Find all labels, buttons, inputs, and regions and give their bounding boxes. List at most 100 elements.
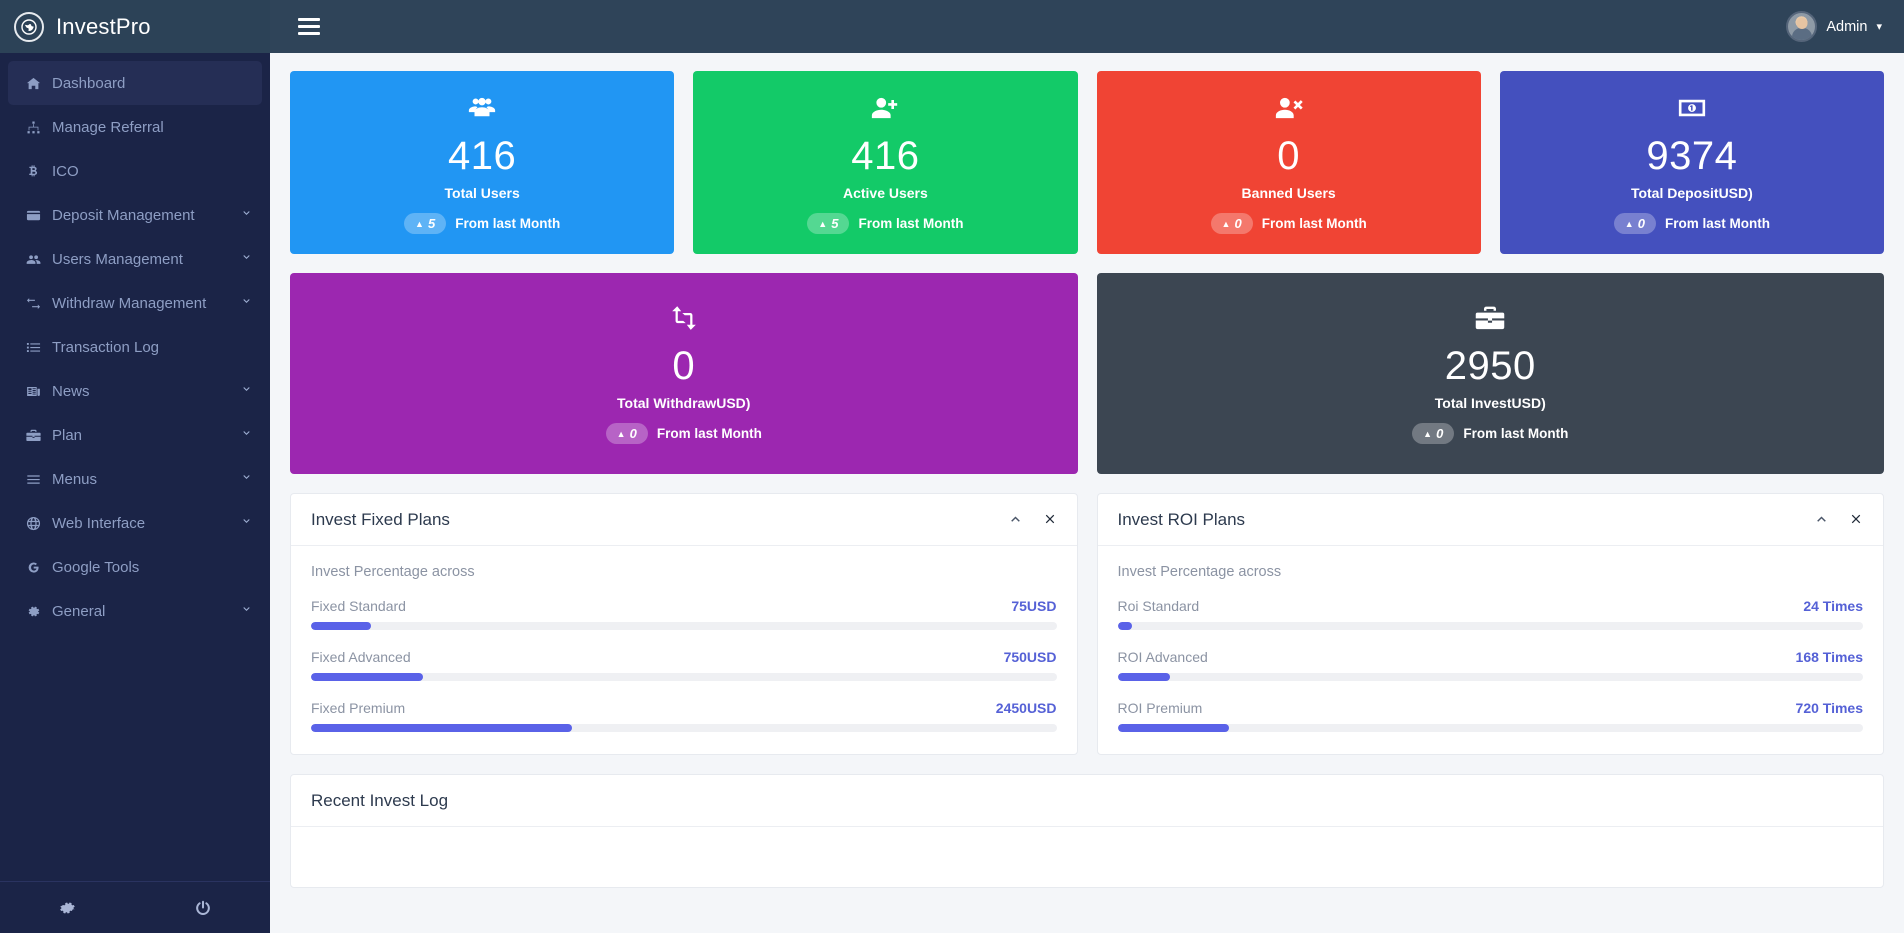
plan-panels-row: Invest Fixed Plans Invest Percentage acro…	[290, 493, 1884, 755]
brand-name: InvestPro	[56, 14, 151, 40]
progress-fill	[1118, 724, 1230, 732]
delta-value: 0	[630, 426, 637, 441]
user-name: Admin	[1826, 19, 1867, 35]
stat-footer: ▲0From last Month	[1614, 213, 1770, 234]
panel-title: Invest Fixed Plans	[311, 510, 1008, 530]
panel-header: Invest ROI Plans	[1098, 494, 1884, 546]
hamburger-icon[interactable]	[294, 12, 324, 41]
sidebar-item-users-management[interactable]: Users Management	[8, 237, 262, 281]
plan-name: ROI Advanced	[1118, 649, 1796, 665]
brand[interactable]: InvestPro	[0, 0, 270, 53]
topbar-spacer	[324, 0, 1786, 53]
users-icon	[26, 252, 52, 267]
sidebar-item-menus[interactable]: Menus	[8, 457, 262, 501]
progress-fill	[311, 622, 371, 630]
plan-progress-row: Fixed Premium2450USD	[311, 700, 1057, 732]
sidebar-item-label: Manage Referral	[52, 119, 252, 136]
panel-header: Invest Fixed Plans	[291, 494, 1077, 546]
chevron-down-icon[interactable]	[241, 428, 252, 442]
user-plus-icon	[870, 93, 900, 123]
chevron-up-icon[interactable]	[1008, 511, 1023, 529]
plan-name: Fixed Standard	[311, 598, 1011, 614]
stat-card-total-users: 416Total Users▲5From last Month	[290, 71, 674, 254]
avatar	[1786, 11, 1817, 42]
gear-icon	[26, 604, 52, 619]
plan-name: Fixed Premium	[311, 700, 996, 716]
close-icon[interactable]	[1849, 512, 1863, 529]
chevron-up-icon[interactable]	[1814, 511, 1829, 529]
settings-button[interactable]	[0, 899, 135, 917]
sidebar-item-label: Plan	[52, 427, 241, 444]
sidebar-item-ico[interactable]: ICO	[8, 149, 262, 193]
plan-value: 720 Times	[1796, 700, 1863, 716]
plan-progress-row: ROI Premium720 Times	[1118, 700, 1864, 732]
sidebar-item-general[interactable]: General	[8, 589, 262, 633]
recent-invest-log-header: Recent Invest Log	[291, 775, 1883, 827]
briefcase-icon	[26, 428, 52, 443]
recent-invest-log-title: Recent Invest Log	[311, 791, 1863, 811]
stat-card-total-depositusd: 9374Total DepositUSD)▲0From last Month	[1500, 71, 1884, 254]
sidebar-item-label: Deposit Management	[52, 207, 241, 224]
panel-invest-roi-plans: Invest ROI PlansInvest Percentage across…	[1097, 493, 1885, 755]
sidebar-item-dashboard[interactable]: Dashboard	[8, 61, 262, 105]
plan-name: ROI Premium	[1118, 700, 1796, 716]
stats-tall-row: 0Total WithdrawUSD)▲0From last Month2950…	[290, 273, 1884, 474]
sidebar-item-label: Users Management	[52, 251, 241, 268]
progress-track	[1118, 622, 1864, 630]
sidebar-item-deposit-management[interactable]: Deposit Management	[8, 193, 262, 237]
logout-button[interactable]	[135, 899, 270, 917]
delta-value: 5	[428, 216, 435, 231]
sidebar-item-label: News	[52, 383, 241, 400]
progress-fill	[311, 724, 572, 732]
sidebar-item-web-interface[interactable]: Web Interface	[8, 501, 262, 545]
sidebar-item-manage-referral[interactable]: Manage Referral	[8, 105, 262, 149]
delta-label: From last Month	[1262, 216, 1367, 231]
sidebar-item-withdraw-management[interactable]: Withdraw Management	[8, 281, 262, 325]
status-badge: ▲0	[606, 423, 648, 444]
chevron-down-icon[interactable]	[241, 604, 252, 618]
sidebar-item-label: General	[52, 603, 241, 620]
plan-progress-row: Fixed Standard75USD	[311, 598, 1057, 630]
stat-footer: ▲0From last Month	[1412, 423, 1568, 444]
chevron-down-icon[interactable]	[241, 208, 252, 222]
plan-progress-row: Fixed Advanced750USD	[311, 649, 1057, 681]
sidebar-item-plan[interactable]: Plan	[8, 413, 262, 457]
sidebar-item-news[interactable]: News	[8, 369, 262, 413]
google-icon	[26, 560, 52, 575]
chevron-down-icon[interactable]	[241, 252, 252, 266]
panel-tools	[1008, 511, 1057, 529]
stat-value: 0	[672, 345, 695, 387]
chevron-down-icon[interactable]	[241, 384, 252, 398]
delta-value: 0	[1234, 216, 1241, 231]
chevron-down-icon: ▾	[1876, 20, 1882, 33]
status-badge: ▲0	[1211, 213, 1253, 234]
stat-card-total-withdrawusd: 0Total WithdrawUSD)▲0From last Month	[290, 273, 1078, 474]
arrow-up-icon: ▲	[1423, 429, 1432, 439]
close-icon[interactable]	[1043, 512, 1057, 529]
stat-title: Total Users	[445, 185, 520, 201]
credit-card-icon	[26, 208, 52, 223]
progress-fill	[311, 673, 423, 681]
sidebar-item-google-tools[interactable]: Google Tools	[8, 545, 262, 589]
user-menu[interactable]: Admin ▾	[1786, 0, 1904, 53]
stat-value: 416	[448, 135, 516, 177]
plan-progress-row: Roi Standard24 Times	[1118, 598, 1864, 630]
panel-body: Invest Percentage acrossFixed Standard75…	[291, 546, 1077, 754]
stat-card-total-investusd: 2950Total InvestUSD)▲0From last Month	[1097, 273, 1885, 474]
chevron-down-icon[interactable]	[241, 516, 252, 530]
sidebar: Dashboard Manage Referral ICO Deposit Manag…	[0, 53, 270, 933]
arrow-up-icon: ▲	[1222, 219, 1231, 229]
stat-title: Total InvestUSD)	[1435, 395, 1546, 411]
chevron-down-icon[interactable]	[241, 296, 252, 310]
stat-footer: ▲0From last Month	[606, 423, 762, 444]
arrow-up-icon: ▲	[617, 429, 626, 439]
plan-progress-header: Fixed Standard75USD	[311, 598, 1057, 614]
sidebar-item-transaction-log[interactable]: Transaction Log	[8, 325, 262, 369]
chevron-down-icon[interactable]	[241, 472, 252, 486]
stat-title: Banned Users	[1242, 185, 1336, 201]
newspaper-icon	[26, 384, 52, 399]
plan-progress-header: ROI Premium720 Times	[1118, 700, 1864, 716]
delta-label: From last Month	[858, 216, 963, 231]
plan-progress-header: Fixed Advanced750USD	[311, 649, 1057, 665]
bars-icon	[26, 472, 52, 487]
